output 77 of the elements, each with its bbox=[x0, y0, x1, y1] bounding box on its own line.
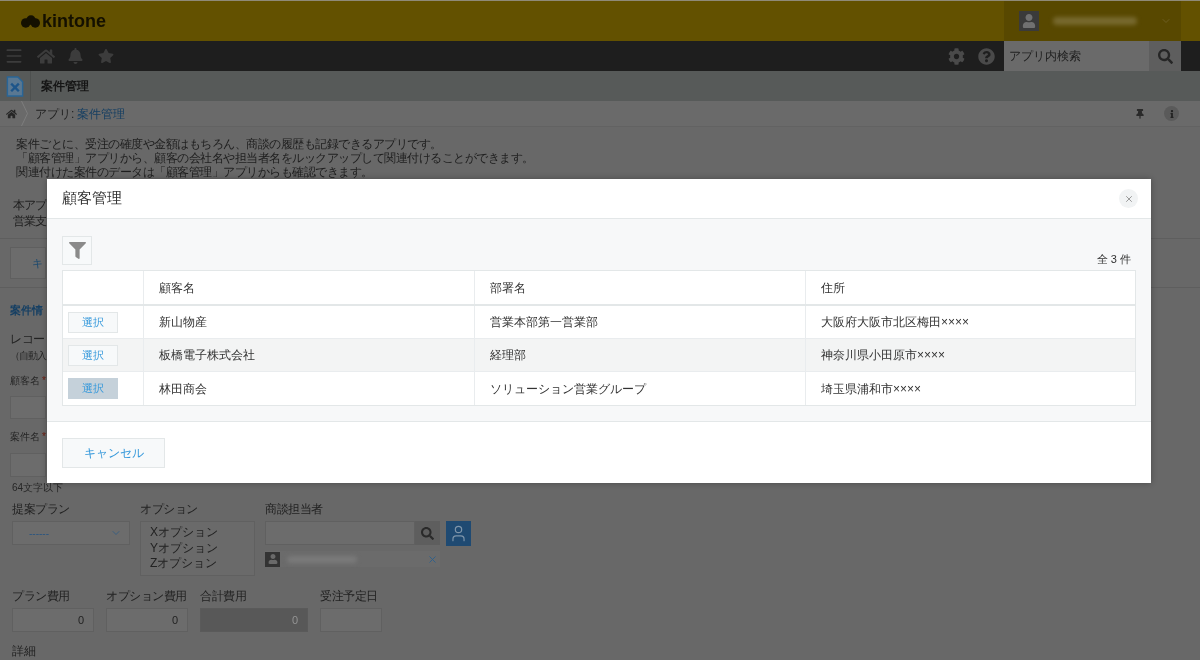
record-count: 全 3 件 bbox=[1096, 253, 1131, 265]
table-cell: 営業本部第一営業部 bbox=[474, 306, 805, 338]
breadcrumb-label: アプリ: bbox=[35, 105, 75, 123]
required-mark: * bbox=[42, 374, 46, 388]
cancel-button[interactable]: キャンセル bbox=[62, 438, 165, 468]
section-title: 案件情 bbox=[10, 303, 43, 317]
required-mark: * bbox=[42, 430, 46, 444]
person-icon bbox=[449, 524, 468, 543]
star-icon[interactable] bbox=[98, 48, 114, 64]
search-icon bbox=[421, 526, 434, 540]
home-icon[interactable] bbox=[37, 47, 55, 65]
chevron-separator-icon bbox=[21, 101, 28, 126]
cloud-icon bbox=[21, 14, 40, 28]
filter-button[interactable] bbox=[62, 236, 92, 265]
table-cell: 板橋電子株式会社 bbox=[143, 339, 474, 371]
search-field[interactable]: アプリ内検索 bbox=[1004, 41, 1149, 71]
field-label: 受注予定日 bbox=[320, 589, 378, 603]
description-text: 「顧客管理」アプリから、顧客の会社名や担当者名をルックアップして関連付けることができます。 bbox=[16, 151, 534, 165]
table-cell: 神奈川県小田原市×××× bbox=[805, 339, 1135, 371]
column-header: 住所 bbox=[805, 271, 1135, 304]
number-field[interactable]: 0 bbox=[106, 608, 188, 632]
field-label: 顧客名 bbox=[10, 374, 40, 388]
description-text: 営業支 bbox=[13, 213, 46, 229]
field-label: 商談担当者 bbox=[265, 502, 323, 516]
list-option[interactable]: Zオプション bbox=[150, 556, 218, 572]
field-label: 提案プラン bbox=[12, 502, 70, 516]
select-button[interactable]: 選択 bbox=[68, 344, 118, 366]
help-icon[interactable] bbox=[978, 47, 995, 65]
remove-icon[interactable] bbox=[427, 553, 438, 565]
select-button[interactable]: 選択 bbox=[68, 378, 118, 399]
bell-icon[interactable] bbox=[68, 48, 83, 64]
breadcrumb-link[interactable]: 案件管理 bbox=[77, 104, 126, 123]
number-field[interactable]: 0 bbox=[12, 608, 94, 632]
field-label: オプション bbox=[140, 502, 198, 516]
field-label: 詳細 bbox=[12, 644, 35, 658]
option-list[interactable]: Xオプション Yオプション Zオプション bbox=[140, 521, 255, 576]
field-label: 案件名 bbox=[10, 430, 40, 444]
search-icon bbox=[1157, 48, 1173, 64]
table-cell: 新山物産 bbox=[143, 306, 474, 338]
description-text: 本アプ bbox=[13, 197, 46, 213]
document-icon bbox=[6, 75, 24, 97]
toolbar-button[interactable]: キ bbox=[10, 247, 46, 279]
table-cell: 大阪府大阪市北区梅田×××× bbox=[805, 306, 1135, 338]
select-button[interactable]: 選択 bbox=[68, 311, 118, 333]
input-field[interactable] bbox=[10, 453, 46, 477]
list-option[interactable]: Xオプション bbox=[150, 525, 218, 541]
settings-icon[interactable] bbox=[948, 47, 965, 65]
search-button[interactable] bbox=[415, 521, 440, 545]
field-hint: 64文字以下 bbox=[12, 482, 64, 494]
column-header: 部署名 bbox=[474, 271, 805, 304]
user-select-button[interactable] bbox=[446, 521, 471, 546]
logo-text: kintone bbox=[42, 12, 106, 30]
info-icon[interactable] bbox=[1164, 106, 1179, 121]
description-text: 関連付けた案件のデータは「顧客管理」アプリからも確認できます。 bbox=[16, 165, 373, 179]
table-cell: 埼玉県浦和市×××× bbox=[805, 372, 1135, 405]
column-header: 顧客名 bbox=[143, 271, 474, 304]
table-cell: ソリューション営業グループ bbox=[474, 372, 805, 405]
table-cell: 林田商会 bbox=[143, 372, 474, 405]
search-button[interactable] bbox=[1149, 41, 1181, 71]
input-field[interactable] bbox=[10, 396, 46, 419]
avatar-icon bbox=[1019, 11, 1039, 31]
field-label: オプション費用 bbox=[106, 589, 187, 603]
pin-icon[interactable] bbox=[1136, 108, 1144, 119]
list-option[interactable]: Yオプション bbox=[150, 540, 218, 556]
description-text: 案件ごとに、受注の確度や金額はもちろん、商談の履歴も記録できるアプリです。 bbox=[16, 137, 442, 151]
field-label: 合計費用 bbox=[200, 589, 246, 603]
field-label: プラン費用 bbox=[12, 589, 70, 603]
filter-icon bbox=[68, 242, 86, 259]
app-title: 案件管理 bbox=[41, 78, 89, 95]
field-label: レコー bbox=[10, 332, 45, 346]
dialog-title: 顧客管理 bbox=[62, 188, 122, 209]
close-icon bbox=[1123, 193, 1134, 204]
table-cell: 経理部 bbox=[474, 339, 805, 371]
home-icon[interactable] bbox=[6, 108, 17, 119]
user-menu-button[interactable] bbox=[1004, 1, 1181, 41]
menu-icon[interactable] bbox=[4, 46, 24, 66]
close-button[interactable] bbox=[1119, 189, 1138, 208]
